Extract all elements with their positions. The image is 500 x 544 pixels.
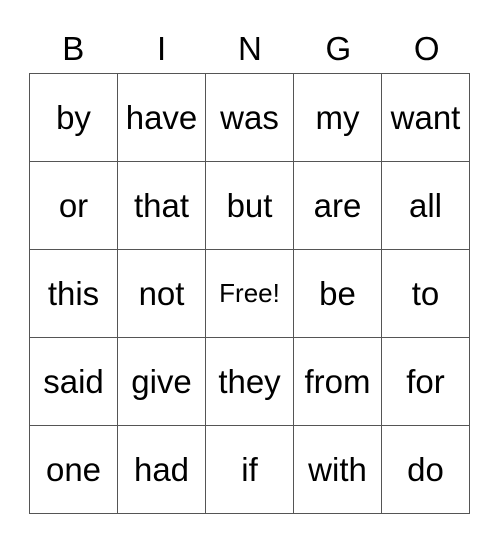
header-letter-o: O [413,30,440,67]
header-letter-g: G [325,30,352,67]
board-cell: said [29,337,118,426]
board-cell: if [205,425,294,514]
board-cell: be [293,249,382,338]
board-row: this not Free! be to [29,249,470,338]
board-cell: not [117,249,206,338]
board-row: one had if with do [29,425,470,514]
board-cell: or [29,161,118,250]
board-cell: do [381,425,470,514]
board-cell: my [293,73,382,162]
header-letter-b: B [62,30,85,67]
bingo-header: B I N G O [29,28,471,70]
board-row: by have was my want [29,73,470,162]
board-cell: are [293,161,382,250]
free-cell: Free! [205,249,294,338]
board-cell: but [205,161,294,250]
header-letter-n: N [238,30,262,67]
board-cell: give [117,337,206,426]
board-cell: this [29,249,118,338]
header-letter-i: I [157,30,167,67]
board-cell: was [205,73,294,162]
board-row: or that but are all [29,161,470,250]
board-cell: have [117,73,206,162]
board-cell: one [29,425,118,514]
board-cell: to [381,249,470,338]
board-cell: from [293,337,382,426]
board-cell: had [117,425,206,514]
board-cell: by [29,73,118,162]
board-cell: that [117,161,206,250]
bingo-board: by have was my want or that but are all this not Fre… [29,73,470,514]
board-row: said give they from for [29,337,470,426]
board-cell: want [381,73,470,162]
board-cell: they [205,337,294,426]
board-cell: for [381,337,470,426]
board-cell: with [293,425,382,514]
board-cell: all [381,161,470,250]
